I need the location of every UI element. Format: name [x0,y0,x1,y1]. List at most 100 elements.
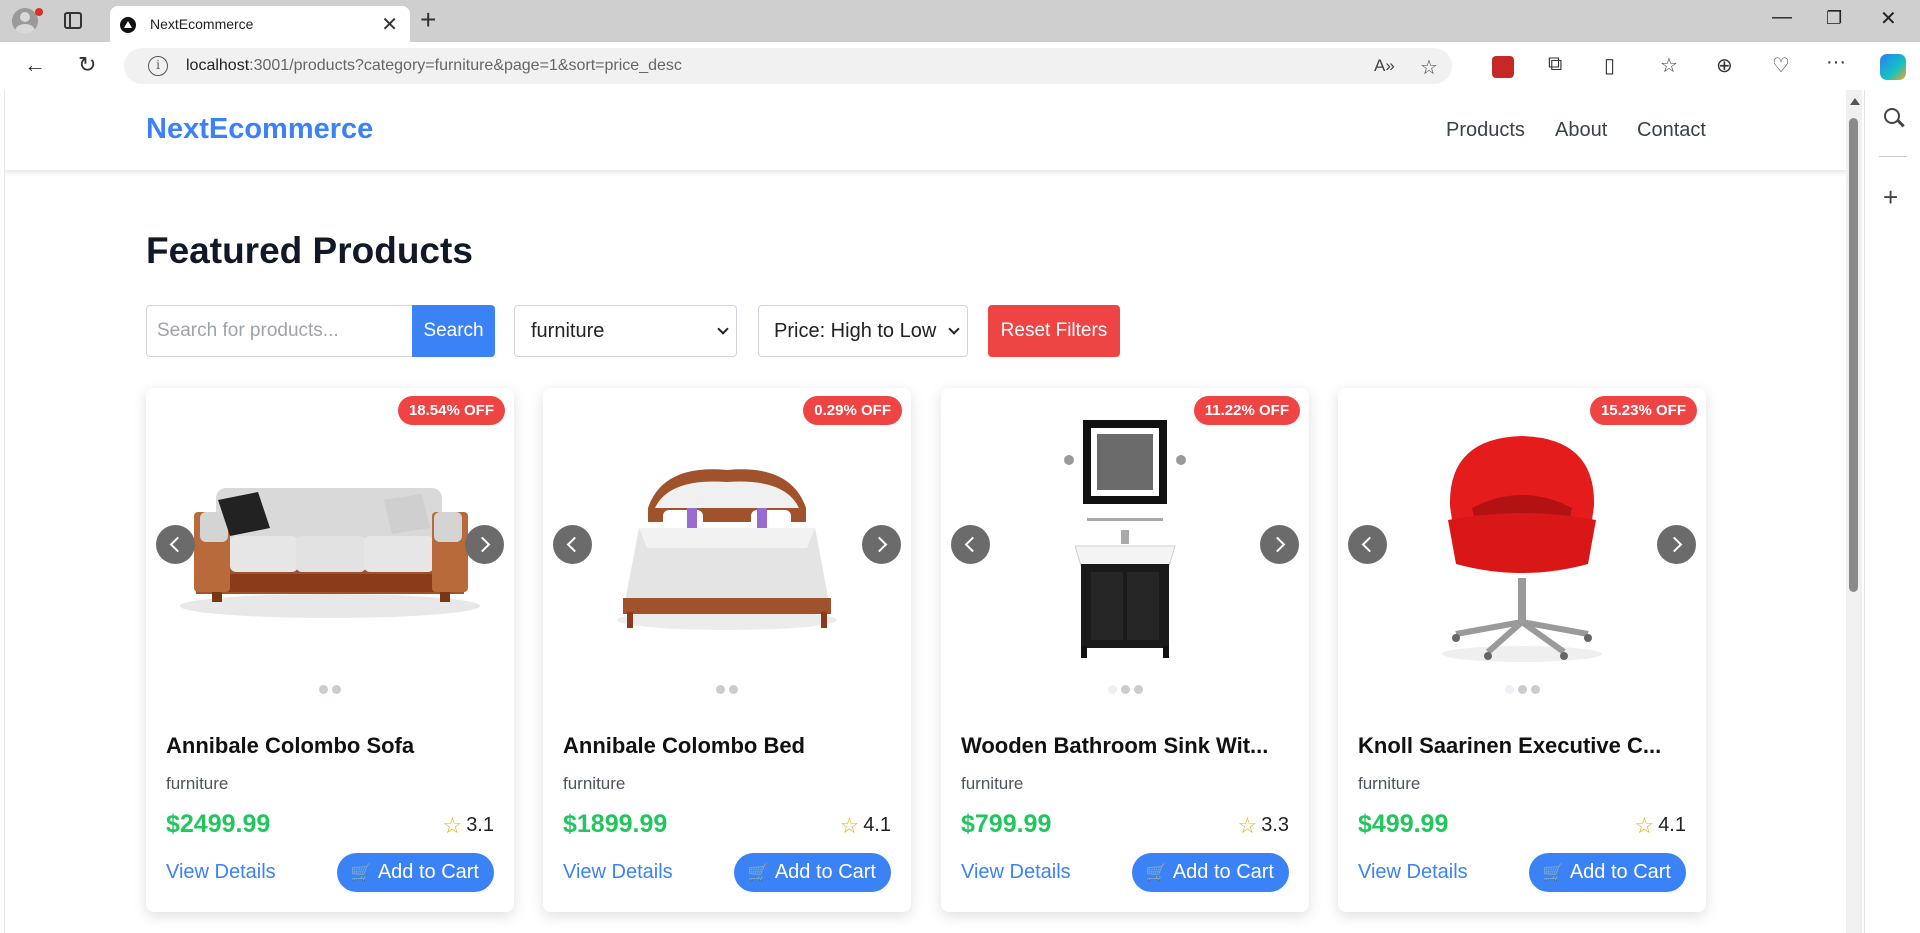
cart-icon: 🛒 [1542,863,1564,882]
more-menu-icon[interactable]: ··· [1826,51,1846,74]
product-category: furniture [563,774,626,793]
product-card[interactable]: 15.23% OFF Knoll Saarinen Executive C...… [1338,388,1706,912]
carousel-next-icon[interactable] [465,525,504,564]
product-name[interactable]: Annibale Colombo Sofa [166,733,496,759]
sort-select[interactable]: Price: High to Low [758,305,968,357]
category-select[interactable]: furniture [514,305,737,357]
cart-icon: 🛒 [1145,863,1167,882]
reset-filters-button[interactable]: Reset Filters [988,305,1120,357]
tab-actions-icon[interactable] [64,12,82,29]
search-input[interactable] [146,305,412,357]
browser-tab[interactable]: NextEcommerce ✕ [110,6,410,42]
carousel-prev-icon[interactable] [951,525,990,564]
vercel-favicon-icon [120,17,136,33]
product-card[interactable]: 11.22% OFF Wooden Bathroom Sink Wit... f… [941,388,1309,912]
site-logo[interactable]: NextEcommerce [146,113,373,146]
product-card[interactable]: 0.29% OFF Annibale Colombo Bed furniture… [543,388,911,912]
carousel-dots [941,685,1309,694]
favorite-star-icon[interactable]: ☆ [1420,55,1438,80]
carousel-dot[interactable] [1517,685,1527,694]
carousel-next-icon[interactable] [1260,525,1299,564]
product-card[interactable]: 18.54% OFF Annibale Colombo Sofa furnitu… [146,388,514,912]
product-category: furniture [961,774,1024,793]
cart-icon: 🛒 [747,863,769,882]
rating-value: 4.1 [863,814,891,836]
nav-link-about[interactable]: About [1555,119,1607,142]
add-to-cart-button[interactable]: 🛒 Add to Cart [1131,853,1289,892]
carousel-prev-icon[interactable] [156,525,195,564]
product-name[interactable]: Wooden Bathroom Sink Wit... [961,733,1291,759]
page-scrollbar[interactable] [1846,90,1862,933]
add-to-cart-button[interactable]: 🛒 Add to Cart [1528,853,1686,892]
nav-link-contact[interactable]: Contact [1637,119,1706,142]
carousel-dot[interactable] [319,685,328,694]
add-to-cart-button[interactable]: 🛒 Add to Cart [336,853,494,892]
carousel-dot[interactable] [332,685,341,694]
carousel-next-icon[interactable] [862,525,901,564]
extensions-puzzle-icon[interactable]: ⧉ [1548,53,1562,76]
product-image-carousel: 0.29% OFF [543,388,911,694]
product-rating: ☆ 4.1 [1634,813,1686,839]
rating-value: 3.3 [1261,814,1289,836]
page-viewport: NextEcommerce Products About Contact Fea… [4,90,1846,933]
url-text[interactable]: localhost:3001/products?category=furnitu… [186,57,682,75]
nav-link-products[interactable]: Products [1446,119,1525,142]
carousel-dot[interactable] [1133,685,1143,694]
carousel-dots [146,685,514,694]
browser-essentials-icon[interactable]: ♡ [1772,53,1790,78]
carousel-prev-icon[interactable] [1348,525,1387,564]
copilot-icon[interactable] [1880,54,1906,80]
chevron-down-icon [948,323,960,335]
carousel-dot[interactable] [1504,685,1514,694]
browser-toolbar: ← ↻ i localhost:3001/products?category=f… [0,42,1920,90]
refresh-icon[interactable]: ↻ [78,52,96,78]
search-icon[interactable] [1884,108,1900,124]
bed-image [617,469,837,630]
view-details-link[interactable]: View Details [563,861,673,884]
add-to-cart-label: Add to Cart [1172,861,1274,883]
address-bar[interactable]: i localhost:3001/products?category=furni… [124,48,1452,84]
product-name[interactable]: Knoll Saarinen Executive C... [1358,733,1688,759]
split-screen-icon[interactable]: ▯ [1604,53,1615,78]
product-price: $499.99 [1358,810,1449,838]
add-sidebar-app-icon[interactable]: + [1883,182,1898,213]
search-button[interactable]: Search [412,305,495,357]
carousel-dot[interactable] [1530,685,1540,694]
product-image-carousel: 18.54% OFF [146,388,514,694]
add-to-cart-button[interactable]: 🛒 Add to Cart [733,853,891,892]
view-details-link[interactable]: View Details [961,861,1071,884]
product-price: $1899.99 [563,810,668,838]
carousel-dots [543,685,911,694]
product-rating: ☆ 4.1 [839,813,891,839]
read-aloud-icon[interactable]: A» [1374,56,1395,76]
carousel-dot[interactable] [1120,685,1130,694]
site-info-icon[interactable]: i [148,56,168,76]
office-chair-image [1442,436,1602,662]
collections-icon[interactable]: ⊕ [1716,53,1733,78]
carousel-dot[interactable] [1107,685,1117,694]
restore-window-icon[interactable]: ❐ [1826,8,1842,29]
close-window-icon[interactable]: ✕ [1880,6,1897,31]
favorites-icon[interactable]: ☆ [1660,53,1678,78]
carousel-prev-icon[interactable] [553,525,592,564]
scroll-up-icon[interactable] [1850,98,1860,105]
notification-dot-icon [35,8,43,16]
carousel-dot[interactable] [729,685,738,694]
view-details-link[interactable]: View Details [1358,861,1468,884]
minimize-window-icon[interactable]: — [1772,6,1792,29]
product-name[interactable]: Annibale Colombo Bed [563,733,893,759]
carousel-next-icon[interactable] [1657,525,1696,564]
edge-sidebar: + [1864,90,1920,933]
scrollbar-thumb[interactable] [1849,118,1858,592]
extension-red-icon[interactable] [1492,56,1514,78]
new-tab-icon[interactable]: + [420,4,436,36]
bathroom-sink-image [1064,420,1186,658]
carousel-dot[interactable] [716,685,725,694]
category-select-value: furniture [531,320,605,342]
close-tab-icon[interactable]: ✕ [381,12,398,37]
discount-badge: 15.23% OFF [1589,396,1697,425]
view-details-link[interactable]: View Details [166,861,276,884]
back-arrow-icon[interactable]: ← [24,52,46,78]
product-image-carousel: 11.22% OFF [941,388,1309,694]
page-title: Featured Products [146,230,473,271]
